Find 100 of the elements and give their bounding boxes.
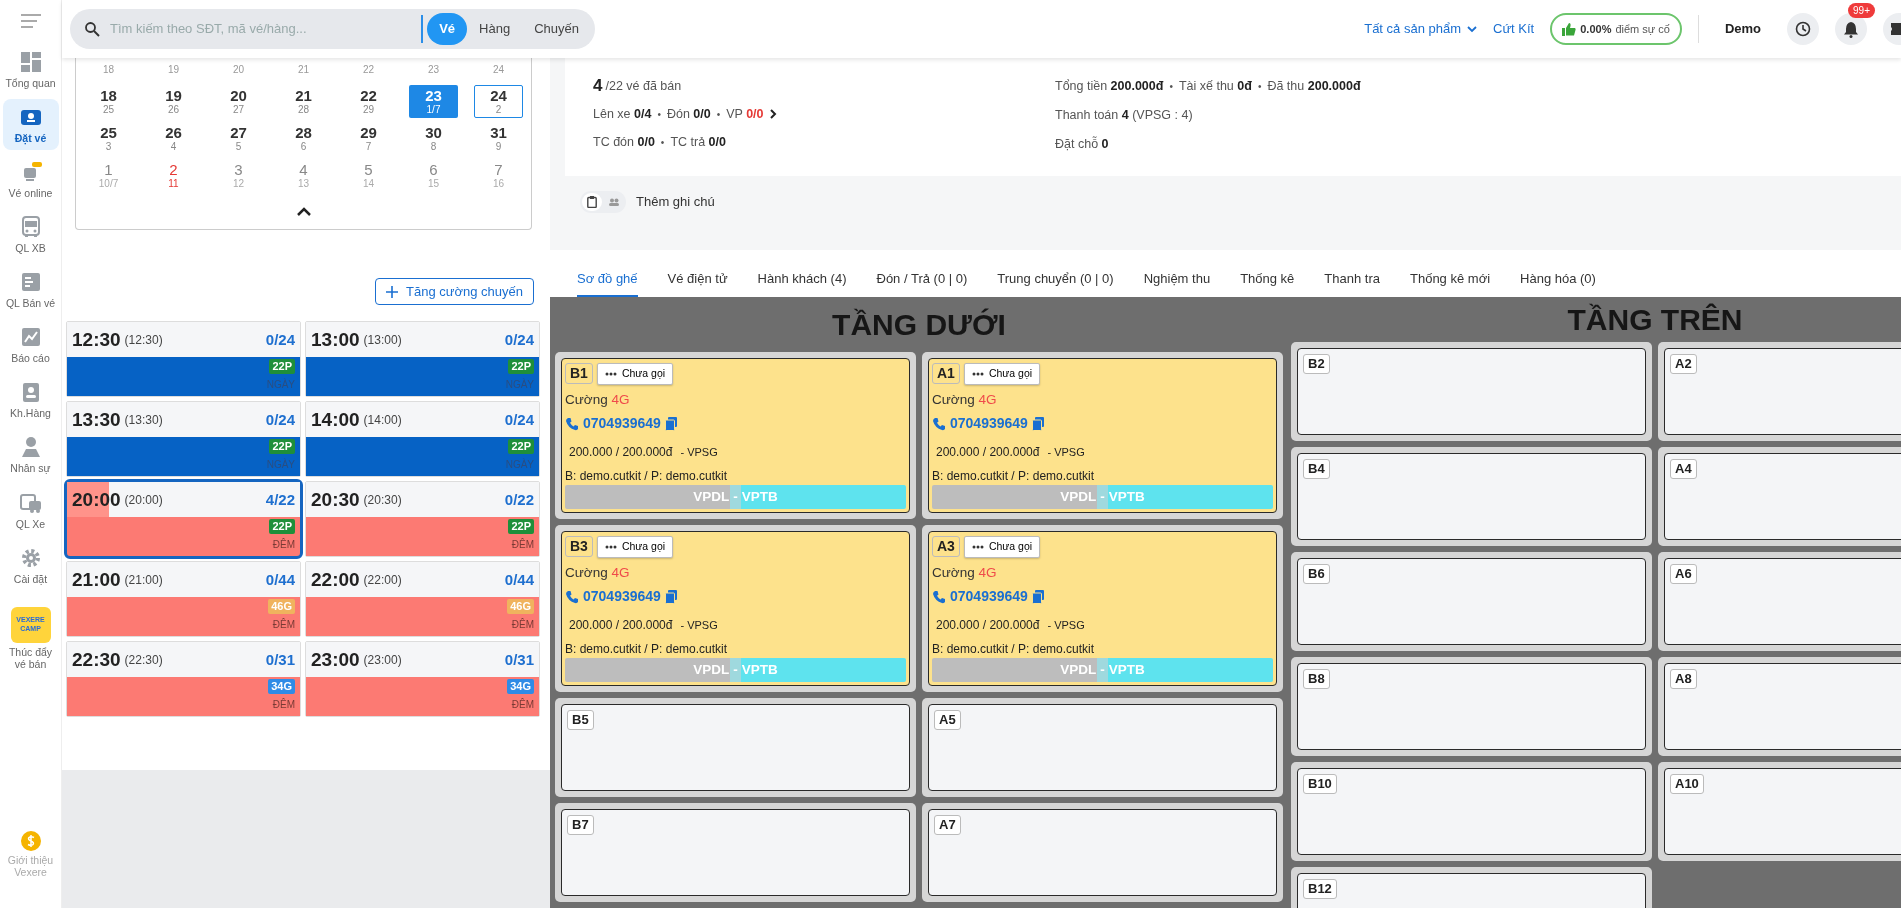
seat[interactable]: B7 [561, 809, 910, 896]
trip-card[interactable]: 22:30 (22:30) 0/31 34G ĐÊM [66, 641, 301, 718]
calendar-day[interactable]: 25 3 [84, 121, 133, 155]
trip-card[interactable]: 22:00 (22:00) 0/44 46G ĐÊM [305, 561, 540, 638]
seat[interactable]: A2 [1664, 348, 1901, 435]
sidebar-item[interactable]: Cài đặt [2, 539, 59, 591]
seat[interactable]: A10 [1664, 768, 1901, 855]
calendar-day[interactable]: 19 26 [149, 85, 198, 118]
seat[interactable]: B3 Chưa gọi Cường 4G 0704939649 200.000 / 200.000đ - VPSG B: demo.cutkit / P: demo.cutkit VPDL - VPTB [561, 531, 910, 686]
tab[interactable]: Nghiệm thu [1143, 250, 1211, 297]
seat[interactable]: A7 [928, 809, 1277, 896]
trip-card[interactable]: 12:30 (12:30) 0/24 22P NGÀY [66, 321, 301, 398]
sidebar-item[interactable]: Tổng quan [2, 44, 59, 96]
tab[interactable]: Thanh tra [1324, 250, 1380, 297]
phone-number[interactable]: 0704939649 [950, 586, 1028, 607]
add-trip-button[interactable]: Tăng cường chuyến [375, 277, 534, 306]
calendar-day[interactable]: 28 6 [279, 121, 328, 155]
phone-number[interactable]: 0704939649 [583, 586, 661, 607]
user-name: Demo [1724, 20, 1761, 39]
sidebar-item[interactable]: Báo cáo [2, 319, 59, 371]
note-mode-button[interactable] [582, 193, 602, 211]
calendar-day[interactable]: 4 13 [279, 158, 328, 192]
summary-stat: Đón 0/0 [666, 105, 711, 123]
sidebar-item[interactable]: QL Xe [2, 484, 59, 536]
separator-dot: • [657, 107, 661, 122]
tab[interactable]: Vé điện tử [667, 250, 728, 297]
seat[interactable]: B10 [1297, 768, 1646, 855]
trip-card[interactable]: 14:00 (14:00) 0/24 22P NGÀY [305, 401, 540, 478]
history-button[interactable] [1787, 13, 1819, 45]
account-link[interactable]: Cứt Kít [1493, 19, 1535, 39]
route-bar: VPDL - VPTB [932, 658, 1273, 682]
seat[interactable]: B12 [1297, 873, 1646, 908]
trip-original-time: (23:00) [363, 651, 402, 669]
calendar-day[interactable]: 3 12 [214, 158, 263, 192]
seat[interactable]: A5 [928, 704, 1277, 791]
tab[interactable]: Trung chuyển (0 | 0) [997, 250, 1114, 297]
seat[interactable]: A1 Chưa gọi Cường 4G 0704939649 200.000 / 200.000đ - VPSG B: demo.cutkit / P: demo.cutkit VPDL - VPTB [928, 358, 1277, 513]
call-status-button[interactable]: Chưa gọi [596, 363, 674, 385]
seat[interactable]: B8 [1297, 663, 1646, 750]
trip-card[interactable]: 20:00 (20:00) 4/22 22P ĐÊM [66, 481, 301, 558]
tab[interactable]: Thống kê mới [1410, 250, 1491, 297]
seat[interactable]: B4 [1297, 453, 1646, 540]
phone-number[interactable]: 0704939649 [583, 413, 661, 434]
trip-original-time: (20:30) [363, 491, 402, 509]
calendar-day[interactable]: 18 25 [84, 85, 133, 118]
trip-original-time: (21:00) [124, 571, 163, 589]
seat[interactable]: B6 [1297, 558, 1646, 645]
trip-card[interactable]: 13:30 (13:30) 0/24 22P NGÀY [66, 401, 301, 478]
sidebar-item[interactable]: Kh.Hàng [2, 374, 59, 426]
call-status-button[interactable]: Chưa gọi [596, 536, 674, 558]
search-mode-tab[interactable]: Hàng [467, 13, 523, 45]
calendar-day[interactable]: 30 8 [409, 121, 458, 155]
calendar-day[interactable]: 27 5 [214, 121, 263, 155]
search-mode-tab[interactable]: Chuyến [522, 13, 591, 45]
calendar-day[interactable]: 23 1/7 [409, 85, 458, 118]
tab[interactable]: Thống kê [1240, 250, 1295, 297]
calendar-day[interactable]: 26 4 [149, 121, 198, 155]
products-dropdown[interactable]: Tất cả sản phẩm [1364, 19, 1477, 39]
tab[interactable]: Đón / Trả (0 | 0) [876, 250, 968, 297]
sidebar-item[interactable]: Đặt vé [2, 99, 59, 151]
calendar-day[interactable]: 20 27 [214, 85, 263, 118]
seat-count: 0/31 [265, 649, 295, 670]
seat[interactable]: A8 [1664, 663, 1901, 750]
vehicle-type-badge: 22P [508, 519, 534, 535]
seat[interactable]: B2 [1297, 348, 1646, 435]
sidebar-item[interactable]: Nhân sự [2, 429, 59, 481]
tab[interactable]: Hàng hóa (0) [1520, 250, 1596, 297]
trip-card[interactable]: 23:00 (23:00) 0/31 34G ĐÊM [305, 641, 540, 718]
sidebar-item[interactable]: QL Bán vé [2, 264, 59, 316]
route-bar: VPDL - VPTB [565, 485, 906, 509]
calendar-day[interactable]: 22 29 [344, 85, 393, 118]
seat-number: B4 [1303, 459, 1330, 479]
tab[interactable]: Hành khách (4) [757, 250, 847, 297]
calendar-day[interactable]: 21 28 [279, 85, 328, 118]
notifications-button[interactable] [1835, 13, 1867, 45]
trip-card[interactable]: 21:00 (21:00) 0/44 46G ĐÊM [66, 561, 301, 638]
calendar-day[interactable]: 1 10/7 [84, 158, 133, 192]
seat[interactable]: B5 [561, 704, 910, 791]
calendar-day[interactable]: 24 2 [474, 85, 523, 118]
calendar-day[interactable]: 31 9 [474, 121, 523, 155]
calendar-day[interactable]: 7 16 [474, 158, 523, 192]
calendar-day[interactable]: 5 14 [344, 158, 393, 192]
search-field[interactable]: Tìm kiếm theo SĐT, mã vé/hàng... Vé Hàng Chuyến [70, 9, 595, 49]
call-status-button[interactable]: Chưa gọi [963, 363, 1041, 385]
calendar-day[interactable]: 2 11 [149, 158, 198, 192]
trip-card[interactable]: 13:00 (13:00) 0/24 22P NGÀY [305, 321, 540, 398]
calendar-day[interactable]: 6 15 [409, 158, 458, 192]
seat[interactable]: B1 Chưa gọi Cường 4G 0704939649 200.000 / 200.000đ - VPSG B: demo.cutkit / P: demo.cutkit VPDL - VPTB [561, 358, 910, 513]
sidebar-item[interactable]: Vé online [2, 154, 59, 206]
trip-time: 22:00 [311, 567, 360, 592]
phone-number[interactable]: 0704939649 [950, 413, 1028, 434]
seat[interactable]: A3 Chưa gọi Cường 4G 0704939649 200.000 / 200.000đ - VPSG B: demo.cutkit / P: demo.cutkit VPDL - VPTB [928, 531, 1277, 686]
lunar-date: 24 [491, 63, 506, 77]
trip-card[interactable]: 20:30 (20:30) 0/22 22P ĐÊM [305, 481, 540, 558]
add-note-button[interactable]: Thêm ghi chú [636, 192, 715, 212]
calendar-day[interactable]: 29 7 [344, 121, 393, 155]
sidebar-item[interactable]: QL XB [2, 209, 59, 261]
seat[interactable]: A4 [1664, 453, 1901, 540]
seat[interactable]: A6 [1664, 558, 1901, 645]
call-status-button[interactable]: Chưa gọi [963, 536, 1041, 558]
